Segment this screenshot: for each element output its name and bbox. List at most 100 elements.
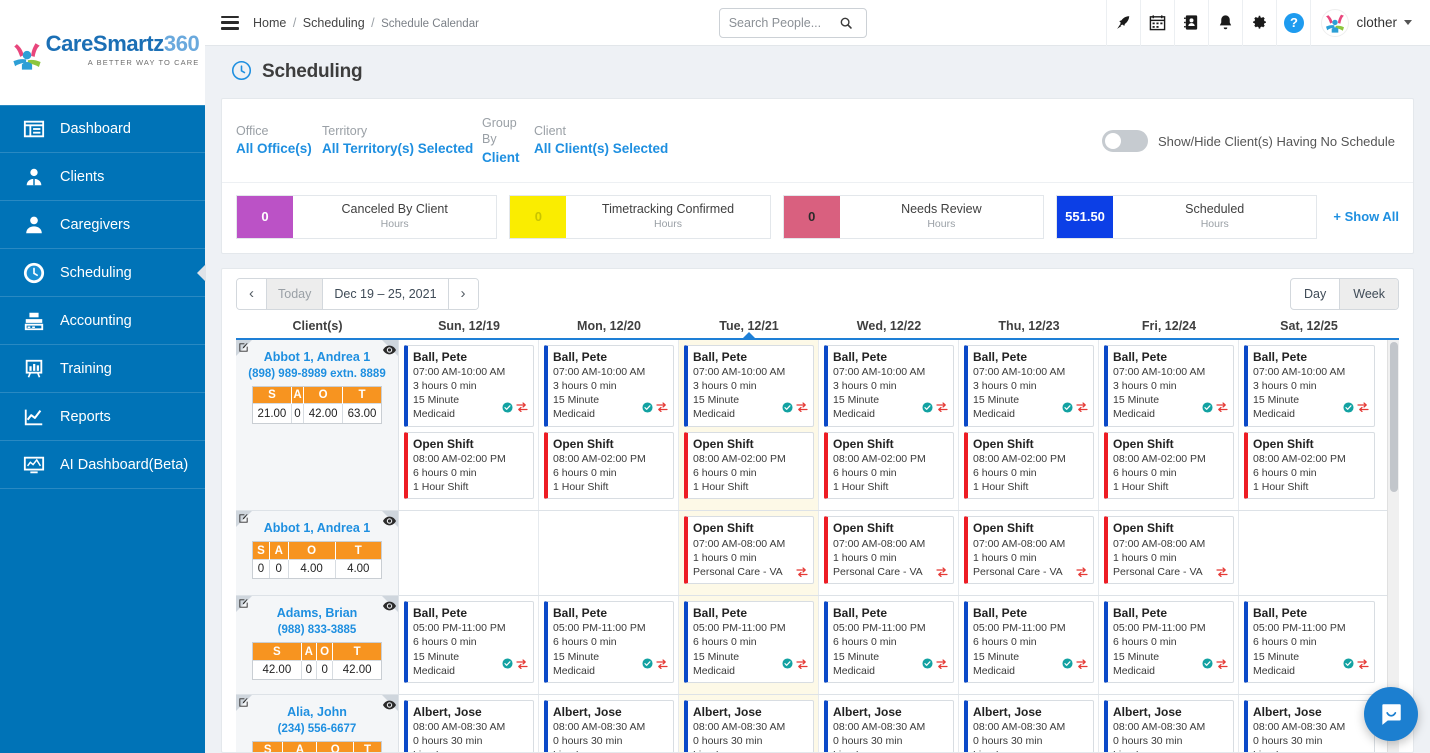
event-card[interactable]: Ball, Pete 07:00 AM-10:00 AM 3 hours 0 min…: [404, 344, 534, 427]
sidebar-item-dashboard[interactable]: Dashboard: [0, 105, 205, 153]
event-card[interactable]: Ball, Pete 07:00 AM-10:00 AM 3 hours 0 min…: [964, 344, 1094, 427]
filter-group-by[interactable]: Group By Client: [482, 115, 534, 168]
filter-value[interactable]: All Office(s): [236, 139, 322, 159]
event-card[interactable]: Ball, Pete 07:00 AM-10:00 AM 3 hours 0 min…: [544, 344, 674, 427]
event-card[interactable]: Albert, Jose 08:00 AM-08:30 AM 0 hours 30 …: [1244, 699, 1375, 752]
menu-toggle-icon[interactable]: [221, 15, 239, 30]
event-card[interactable]: Ball, Pete 05:00 PM-11:00 PM 6 hours 0 min…: [684, 601, 814, 683]
filter-territory[interactable]: Territory All Territory(s) Selected: [322, 123, 482, 160]
rocket-icon[interactable]: [1106, 0, 1140, 46]
sidebar-item-accounting[interactable]: Accounting: [0, 297, 205, 345]
event-card[interactable]: Open Shift 07:00 AM-08:00 AM 1 hours 0 min…: [684, 516, 814, 585]
event-card[interactable]: Ball, Pete 07:00 AM-10:00 AM 3 hours 0 min…: [1244, 344, 1375, 427]
prev-week-button[interactable]: ‹: [237, 278, 267, 309]
search-input[interactable]: [728, 15, 839, 30]
sidebar-item-scheduling[interactable]: Scheduling: [0, 249, 206, 297]
day-cell[interactable]: Albert, Jose 08:00 AM-08:30 AM 0 hours 30 …: [819, 694, 959, 752]
event-card[interactable]: Ball, Pete 05:00 PM-11:00 PM 6 hours 0 min…: [1104, 601, 1234, 683]
filter-office[interactable]: Office All Office(s): [236, 123, 322, 160]
edit-client-icon[interactable]: [238, 512, 249, 527]
event-card[interactable]: Ball, Pete 07:00 AM-10:00 AM 3 hours 0 min…: [684, 344, 814, 427]
event-card[interactable]: Albert, Jose 08:00 AM-08:30 AM 0 hours 30 …: [684, 699, 814, 752]
view-client-icon[interactable]: [383, 599, 396, 614]
day-cell[interactable]: Albert, Jose 08:00 AM-08:30 AM 0 hours 30 …: [959, 694, 1099, 752]
breadcrumb-home[interactable]: Home: [253, 16, 286, 30]
view-client-icon[interactable]: [383, 343, 396, 358]
event-card[interactable]: Albert, Jose 08:00 AM-08:30 AM 0 hours 30 …: [964, 699, 1094, 752]
event-card[interactable]: Open Shift 07:00 AM-08:00 AM 1 hours 0 min…: [964, 516, 1094, 585]
event-card[interactable]: Open Shift 08:00 AM-02:00 PM 6 hours 0 min…: [544, 431, 674, 500]
day-cell[interactable]: Ball, Pete 07:00 AM-10:00 AM 3 hours 0 min…: [539, 339, 679, 511]
client-name[interactable]: Abbot 1, Andrea 1: [242, 348, 392, 366]
day-cell[interactable]: Ball, Pete 05:00 PM-11:00 PM 6 hours 0 min…: [679, 596, 819, 694]
day-cell[interactable]: Open Shift 07:00 AM-08:00 AM 1 hours 0 min…: [679, 511, 819, 596]
show-hide-no-schedule-toggle[interactable]: [1101, 130, 1148, 153]
user-menu[interactable]: clother: [1310, 0, 1418, 46]
client-phone[interactable]: (234) 556-6677: [242, 721, 392, 737]
day-cell[interactable]: Ball, Pete 05:00 PM-11:00 PM 6 hours 0 min…: [1099, 596, 1239, 694]
day-cell[interactable]: Albert, Jose 08:00 AM-08:30 AM 0 hours 30 …: [679, 694, 819, 752]
event-card[interactable]: Open Shift 07:00 AM-08:00 AM 1 hours 0 min…: [1104, 516, 1234, 585]
date-range-label[interactable]: Dec 19 – 25, 2021: [323, 278, 449, 309]
event-card[interactable]: Open Shift 08:00 AM-02:00 PM 6 hours 0 min…: [1244, 431, 1375, 500]
day-cell[interactable]: Ball, Pete 07:00 AM-10:00 AM 3 hours 0 min…: [959, 339, 1099, 511]
client-phone[interactable]: (988) 833-3885: [242, 622, 392, 638]
day-cell[interactable]: Albert, Jose 08:00 AM-08:30 AM 0 hours 30 …: [399, 694, 539, 752]
day-cell[interactable]: Ball, Pete 05:00 PM-11:00 PM 6 hours 0 min…: [1239, 596, 1379, 694]
scrollbar-thumb[interactable]: [1390, 341, 1398, 492]
day-cell[interactable]: Albert, Jose 08:00 AM-08:30 AM 0 hours 30 …: [1239, 695, 1379, 752]
filter-value[interactable]: All Territory(s) Selected: [322, 139, 482, 159]
event-card[interactable]: Albert, Jose 08:00 AM-08:30 AM 0 hours 30 …: [404, 699, 534, 752]
day-cell[interactable]: Ball, Pete 07:00 AM-10:00 AM 3 hours 0 min…: [679, 339, 819, 511]
bell-icon[interactable]: [1208, 0, 1242, 46]
event-card[interactable]: Open Shift 08:00 AM-02:00 PM 6 hours 0 min…: [1104, 431, 1234, 500]
view-client-icon[interactable]: [383, 698, 396, 713]
day-cell[interactable]: Ball, Pete 05:00 PM-11:00 PM 6 hours 0 min…: [819, 596, 959, 694]
kpi-timetracking-confirmed[interactable]: 0 Timetracking Confirmed Hours: [509, 194, 771, 239]
day-cell[interactable]: Albert, Jose 08:00 AM-08:30 AM 0 hours 30 …: [539, 694, 679, 752]
day-cell[interactable]: Ball, Pete 07:00 AM-10:00 AM 3 hours 0 min…: [1239, 340, 1379, 511]
day-cell[interactable]: Ball, Pete 07:00 AM-10:00 AM 3 hours 0 min…: [399, 339, 539, 511]
event-card[interactable]: Albert, Jose 08:00 AM-08:30 AM 0 hours 30 …: [824, 699, 954, 752]
day-cell[interactable]: [539, 511, 679, 596]
filter-client[interactable]: Client All Client(s) Selected: [534, 123, 1102, 160]
day-cell[interactable]: Albert, Jose 08:00 AM-08:30 AM 0 hours 30 …: [1099, 694, 1239, 752]
day-cell[interactable]: [1239, 511, 1379, 595]
sidebar-item-reports[interactable]: Reports: [0, 393, 205, 441]
filter-value[interactable]: All Client(s) Selected: [534, 139, 1102, 159]
kpi-needs-review[interactable]: 0 Needs Review Hours: [782, 194, 1045, 239]
view-client-icon[interactable]: [383, 514, 396, 529]
day-cell[interactable]: Ball, Pete 05:00 PM-11:00 PM 6 hours 0 min…: [399, 596, 539, 694]
event-card[interactable]: Ball, Pete 05:00 PM-11:00 PM 6 hours 0 min…: [404, 601, 534, 683]
event-card[interactable]: Open Shift 07:00 AM-08:00 AM 1 hours 0 min…: [824, 516, 954, 585]
day-cell[interactable]: Ball, Pete 07:00 AM-10:00 AM 3 hours 0 min…: [1099, 339, 1239, 511]
day-cell[interactable]: Open Shift 07:00 AM-08:00 AM 1 hours 0 min…: [819, 511, 959, 596]
sidebar-item-ai-dashboard[interactable]: AI Dashboard(Beta): [0, 441, 205, 489]
day-cell[interactable]: Ball, Pete 07:00 AM-10:00 AM 3 hours 0 min…: [819, 339, 959, 511]
event-card[interactable]: Open Shift 08:00 AM-02:00 PM 6 hours 0 min…: [684, 431, 814, 500]
day-cell[interactable]: Open Shift 07:00 AM-08:00 AM 1 hours 0 min…: [959, 511, 1099, 596]
brand-logo[interactable]: CareSmartz360 A BETTER WAY TO CARE: [0, 0, 205, 105]
show-all-link[interactable]: + Show All: [1329, 209, 1399, 224]
event-card[interactable]: Ball, Pete 05:00 PM-11:00 PM 6 hours 0 min…: [824, 601, 954, 683]
sidebar-item-clients[interactable]: Clients: [0, 153, 205, 201]
edit-client-icon[interactable]: [238, 696, 249, 711]
event-card[interactable]: Open Shift 08:00 AM-02:00 PM 6 hours 0 min…: [964, 431, 1094, 500]
chat-bubble-icon[interactable]: [1364, 687, 1418, 741]
next-week-button[interactable]: ›: [448, 278, 478, 309]
event-card[interactable]: Ball, Pete 07:00 AM-10:00 AM 3 hours 0 min…: [824, 344, 954, 427]
event-card[interactable]: Open Shift 08:00 AM-02:00 PM 6 hours 0 min…: [824, 431, 954, 500]
event-card[interactable]: Albert, Jose 08:00 AM-08:30 AM 0 hours 30 …: [1104, 699, 1234, 752]
event-card[interactable]: Ball, Pete 05:00 PM-11:00 PM 6 hours 0 min…: [1244, 601, 1375, 683]
day-cell[interactable]: [399, 511, 539, 596]
sidebar-item-training[interactable]: Training: [0, 345, 205, 393]
kpi-canceled-by-client[interactable]: 0 Canceled By Client Hours: [236, 194, 498, 239]
help-icon[interactable]: ?: [1276, 0, 1310, 46]
client-name[interactable]: Abbot 1, Andrea 1: [242, 519, 392, 537]
event-card[interactable]: Albert, Jose 08:00 AM-08:30 AM 0 hours 30 …: [544, 699, 674, 752]
sidebar-item-caregivers[interactable]: Caregivers: [0, 201, 205, 249]
event-card[interactable]: Ball, Pete 05:00 PM-11:00 PM 6 hours 0 min…: [964, 601, 1094, 683]
calendar-icon[interactable]: [1140, 0, 1174, 46]
day-cell[interactable]: Ball, Pete 05:00 PM-11:00 PM 6 hours 0 min…: [959, 596, 1099, 694]
event-card[interactable]: Ball, Pete 07:00 AM-10:00 AM 3 hours 0 min…: [1104, 344, 1234, 427]
